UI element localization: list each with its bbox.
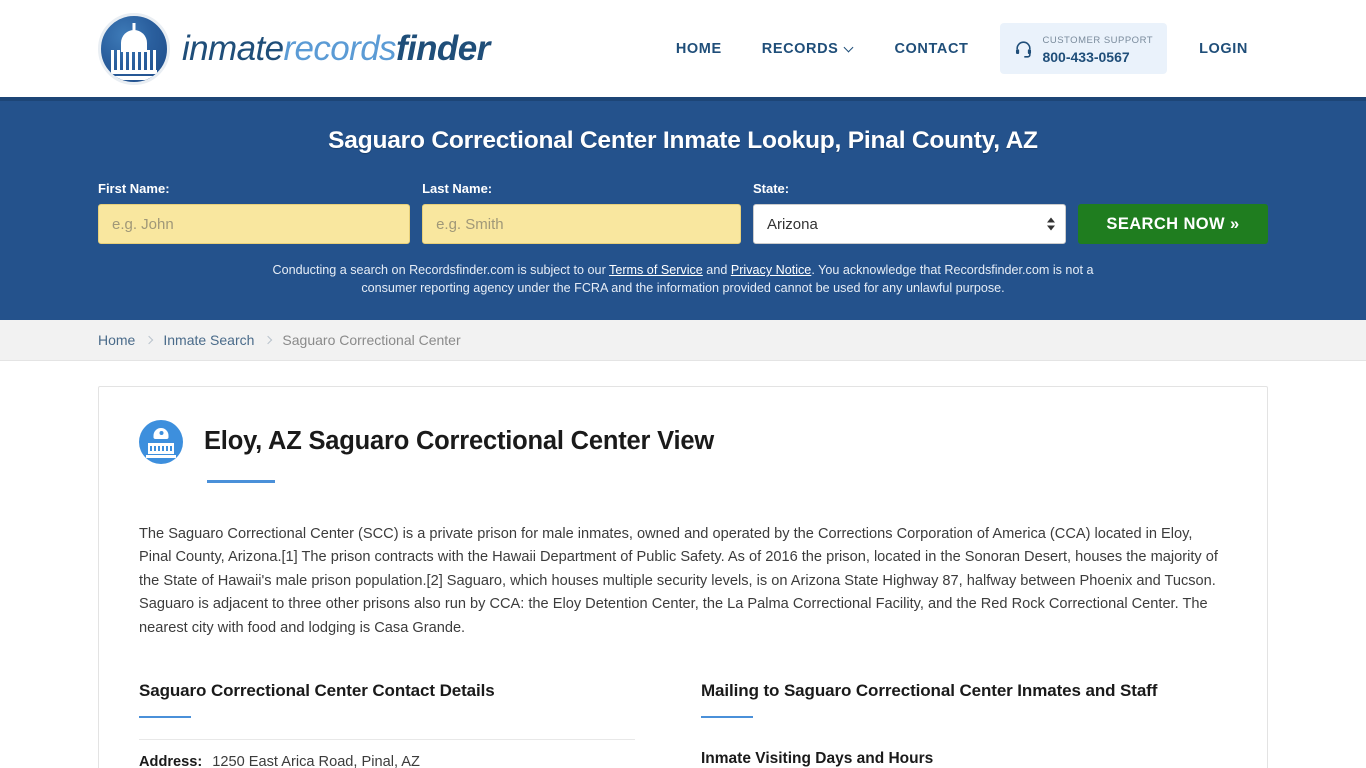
chevron-down-icon	[845, 44, 854, 53]
site-logo[interactable]: inmaterecordsfinder	[98, 12, 490, 85]
contact-details-column: Saguaro Correctional Center Contact Deta…	[139, 681, 669, 768]
hero-title: Saguaro Correctional Center Inmate Looku…	[328, 127, 1038, 154]
disclaimer-text-2: and	[702, 263, 731, 277]
address-label: Address:	[139, 753, 203, 768]
page-title-row: Eloy, AZ Saguaro Correctional Center Vie…	[139, 419, 1227, 464]
terms-of-service-link[interactable]: Terms of Service	[609, 263, 703, 277]
first-name-input[interactable]	[98, 204, 411, 244]
last-name-input[interactable]	[422, 204, 741, 244]
site-header: inmaterecordsfinder HOME RECORDS CONTACT…	[0, 0, 1366, 97]
logo-text-finder: finder	[395, 29, 490, 68]
breadcrumb-item-inmate-search[interactable]: Inmate Search	[163, 332, 254, 348]
mailing-column: Mailing to Saguaro Correctional Center I…	[669, 681, 1227, 768]
breadcrumb-item-home[interactable]: Home	[98, 332, 135, 348]
nav-item-home[interactable]: HOME	[656, 31, 742, 67]
breadcrumb: Home Inmate Search Saguaro Correctional …	[0, 319, 1366, 361]
headset-icon	[1014, 39, 1033, 58]
breadcrumb-item-current: Saguaro Correctional Center	[282, 331, 461, 348]
page-title: Eloy, AZ Saguaro Correctional Center Vie…	[204, 427, 714, 455]
state-label: State:	[752, 181, 790, 196]
first-name-field-group: First Name:	[98, 181, 411, 244]
last-name-field-group: Last Name:	[422, 181, 741, 244]
breadcrumb-separator-icon	[145, 335, 154, 344]
mailing-accent	[701, 715, 753, 718]
courthouse-icon	[139, 419, 183, 464]
mailing-heading: Mailing to Saguaro Correctional Center I…	[701, 680, 1158, 700]
facility-detail-card: Eloy, AZ Saguaro Correctional Center Vie…	[98, 385, 1268, 768]
search-now-button[interactable]: SEARCH NOW »	[1078, 204, 1268, 244]
nav-item-login[interactable]: LOGIN	[1179, 31, 1268, 67]
address-value: 1250 East Arica Road, Pinal, AZ	[212, 753, 420, 768]
inmate-search-form: First Name: Last Name: State: Arizona SE…	[98, 181, 1268, 244]
logo-text-inmate: inmate	[182, 29, 284, 68]
state-select[interactable]: Arizona	[752, 204, 1066, 244]
logo-wordmark: inmaterecordsfinder	[182, 31, 490, 66]
title-accent-bar	[207, 479, 275, 483]
details-columns: Saguaro Correctional Center Contact Deta…	[139, 681, 1227, 768]
nav-item-records-label: RECORDS	[761, 40, 839, 57]
breadcrumb-separator-icon	[264, 335, 273, 344]
last-name-label: Last Name:	[422, 181, 493, 196]
state-field-group: State: Arizona	[752, 181, 1066, 244]
page-content-wrapper: Eloy, AZ Saguaro Correctional Center Vie…	[0, 360, 1366, 768]
contact-details-accent	[139, 715, 191, 718]
support-phone-number[interactable]: 800-433-0567	[1042, 49, 1129, 65]
hero-search-section: Saguaro Correctional Center Inmate Looku…	[0, 97, 1366, 320]
nav-item-records[interactable]: RECORDS	[742, 31, 875, 67]
facility-description: The Saguaro Correctional Center (SCC) is…	[139, 525, 1218, 637]
nav-item-contact[interactable]: CONTACT	[874, 31, 988, 67]
disclaimer-text-1: Conducting a search on Recordsfinder.com…	[272, 263, 610, 277]
search-disclaimer: Conducting a search on Recordsfinder.com…	[263, 261, 1103, 298]
contact-details-heading: Saguaro Correctional Center Contact Deta…	[139, 680, 495, 700]
contact-details-divider	[139, 738, 635, 740]
privacy-notice-link[interactable]: Privacy Notice	[731, 263, 811, 277]
logo-text-records: records	[283, 29, 396, 68]
main-navigation: HOME RECORDS CONTACT CUSTOMER SUPPORT 80…	[656, 23, 1268, 74]
visiting-hours-heading: Inmate Visiting Days and Hours	[701, 749, 934, 767]
contact-detail-row: Address: 1250 East Arica Road, Pinal, AZ	[139, 754, 635, 768]
first-name-label: First Name:	[98, 181, 170, 196]
support-label: CUSTOMER SUPPORT	[1042, 35, 1154, 47]
capitol-dome-icon	[98, 12, 170, 85]
customer-support-block[interactable]: CUSTOMER SUPPORT 800-433-0567	[1000, 23, 1168, 74]
